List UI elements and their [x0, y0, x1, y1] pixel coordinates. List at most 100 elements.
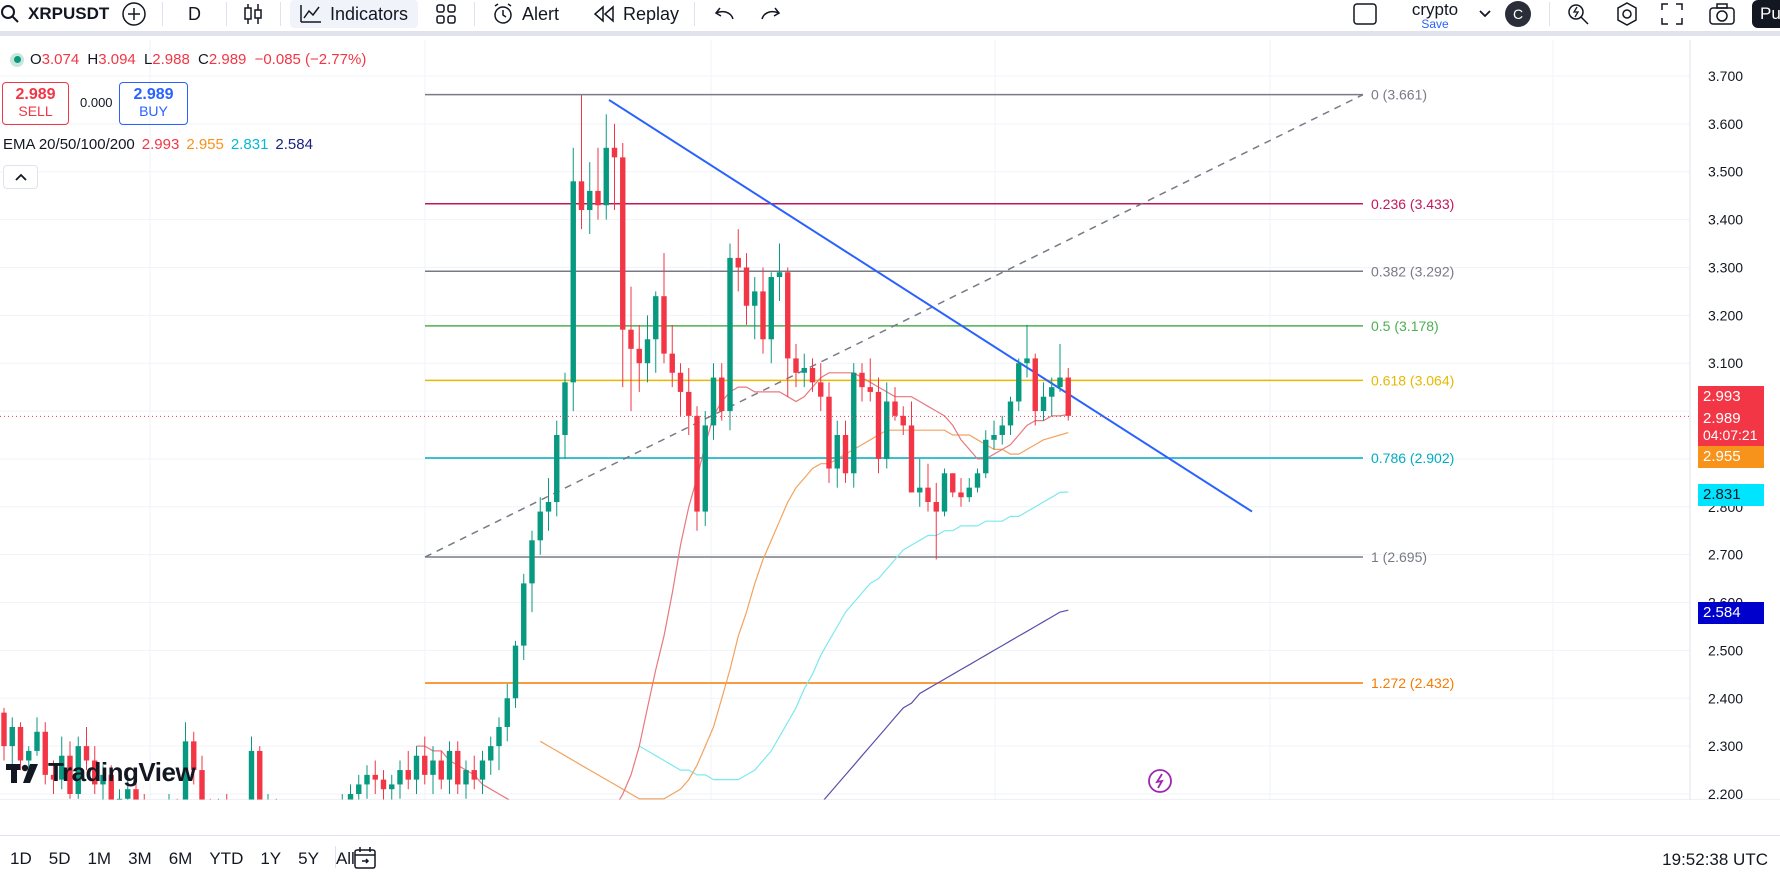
layout-name-button[interactable]: crypto Save: [1395, 0, 1475, 30]
candle-body-up: [1016, 363, 1022, 402]
bottom-toolbar: 1D 5D 1M 3M 6M YTD 1Y 5Y All 19:52:38 UTC: [0, 835, 1780, 877]
ema100-price-tag: 2.831: [1698, 484, 1764, 506]
range-button-1m[interactable]: 1M: [87, 849, 111, 869]
settings-button[interactable]: [1615, 0, 1639, 28]
spread-value: 0.000: [80, 95, 113, 110]
alert-button[interactable]: Alert: [492, 0, 559, 28]
candle-body-up: [966, 487, 972, 498]
ema-title: EMA 20/50/100/200: [3, 136, 135, 153]
layout-name: crypto: [1411, 0, 1459, 19]
candle-body-up: [446, 750, 453, 780]
fullscreen-square-button[interactable]: [1353, 0, 1377, 28]
last-price-value: 2.989: [1703, 410, 1741, 427]
candle-body-up: [653, 296, 659, 340]
price-tick-label: 2.200: [1708, 786, 1743, 800]
candle-body-down: [785, 272, 791, 359]
goto-date-button[interactable]: [352, 846, 378, 875]
events-lightning-icon[interactable]: [1147, 768, 1173, 794]
ema200-price-tag: 2.584: [1698, 602, 1764, 624]
price-tick-label: 3.600: [1708, 116, 1743, 132]
ema100-value: 2.831: [230, 136, 269, 153]
fib-level-label: 0.5 (3.178): [1371, 318, 1439, 334]
candle-body-up: [9, 726, 15, 747]
layout-menu-button[interactable]: [1478, 0, 1492, 28]
candle-body-up: [488, 746, 494, 761]
toolbar-divider: [280, 2, 281, 26]
candle-body-up: [537, 511, 543, 541]
alarm-clock-icon: [494, 3, 512, 24]
candle-body-up: [1024, 358, 1030, 364]
alert-label: Alert: [522, 3, 560, 24]
ema-lines: [416, 372, 1069, 800]
interval-button[interactable]: D: [188, 0, 201, 28]
price-tick-label: 3.500: [1708, 164, 1743, 180]
price-chart[interactable]: 0 (3.661) 0.236 (3.433) 0.382 (3.292) 0.5 (…: [0, 40, 1780, 800]
range-button-6m[interactable]: 6M: [169, 849, 193, 869]
range-button-1y[interactable]: 1Y: [260, 849, 281, 869]
indicators-button[interactable]: Indicators: [290, 0, 419, 28]
candle-body-up: [413, 755, 420, 780]
tradingview-mark-icon: [6, 763, 38, 783]
candle-body-up: [389, 784, 395, 790]
candle-body-down: [471, 770, 477, 780]
ema-legend[interactable]: EMA 20/50/100/200 2.993 2.955 2.831 2.58…: [3, 136, 313, 153]
candle-body-down: [628, 329, 634, 349]
candle-body-up: [991, 435, 997, 440]
publish-button[interactable]: Pu: [1752, 0, 1780, 28]
avatar[interactable]: C: [1505, 1, 1531, 27]
fullscreen-button[interactable]: [1661, 0, 1683, 28]
candle-body-up: [504, 698, 510, 727]
tradingview-logo[interactable]: TradingView: [6, 757, 196, 788]
toolbar-divider: [474, 2, 475, 26]
redo-button[interactable]: [760, 0, 782, 28]
candle-body-up: [999, 425, 1005, 435]
symbol-search[interactable]: XRPUSDT: [0, 0, 109, 28]
replay-button[interactable]: Replay: [593, 0, 679, 28]
square-icon: [1353, 3, 1377, 25]
toolbar-divider: [226, 2, 227, 26]
candle-body-down: [793, 358, 799, 373]
compare-button[interactable]: [121, 0, 147, 28]
candle-body-down: [595, 190, 601, 206]
candle-body-up: [1040, 396, 1047, 412]
range-button-5y[interactable]: 5Y: [298, 849, 319, 869]
ohlc-values: O3.074 H3.094 L2.988 C2.989 −0.085 (−2.7…: [30, 51, 370, 68]
grid-icon: [436, 4, 456, 24]
range-button-1d[interactable]: 1D: [10, 849, 32, 869]
candle-body-down: [611, 147, 618, 158]
fib-level-label: 0.236 (3.433): [1371, 196, 1454, 212]
candle-body-up: [776, 272, 783, 278]
candle-body-down: [455, 750, 461, 785]
candle-body-up: [529, 540, 535, 584]
range-button-5d[interactable]: 5D: [49, 849, 71, 869]
ema20-value: 2.993: [141, 136, 180, 153]
quick-search-button[interactable]: [1566, 0, 1590, 28]
candle-body-down: [1065, 377, 1071, 416]
sell-button[interactable]: 2.989 SELL: [2, 82, 69, 125]
candle-body-down: [867, 387, 873, 392]
ema200-tag-value: 2.584: [1703, 604, 1741, 621]
candle-body-down: [719, 377, 725, 412]
chart-type-button[interactable]: [243, 0, 263, 28]
fibonacci-retracement: 0 (3.661) 0.236 (3.433) 0.382 (3.292) 0.5 (…: [424, 87, 1454, 691]
candle-body-up: [727, 257, 733, 412]
collapse-legend-button[interactable]: [3, 165, 38, 189]
candle-body-down: [686, 391, 692, 416]
date-range-buttons: 1D 5D 1M 3M 6M YTD 1Y 5Y All: [10, 849, 355, 869]
utc-clock[interactable]: 19:52:38 UTC: [1662, 850, 1768, 870]
range-button-ytd[interactable]: YTD: [209, 849, 243, 869]
ema50-value: 2.955: [186, 136, 224, 153]
candle-body-down: [950, 473, 956, 493]
candle-body-up: [248, 750, 255, 800]
price-tick-label: 2.500: [1708, 642, 1743, 658]
interval-label: D: [188, 3, 201, 24]
range-button-3m[interactable]: 3M: [128, 849, 152, 869]
layouts-button[interactable]: [436, 0, 456, 28]
chevron-down-icon: [1479, 10, 1491, 18]
candle-body-down: [826, 396, 832, 469]
buy-button[interactable]: 2.989 BUY: [119, 82, 188, 125]
snapshot-button[interactable]: [1709, 0, 1735, 28]
candle-body-down: [735, 257, 741, 268]
candle-body-down: [380, 779, 387, 790]
undo-button[interactable]: [713, 0, 735, 28]
